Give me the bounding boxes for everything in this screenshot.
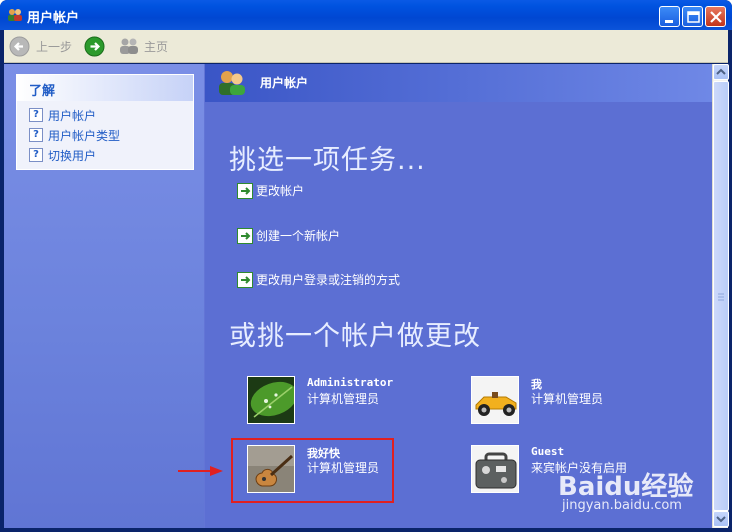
scroll-up-button[interactable] (713, 64, 729, 80)
minimize-button[interactable] (659, 6, 680, 27)
main-header: 用户帐户 (205, 64, 712, 102)
grip-icon (718, 293, 724, 301)
account-role: 计算机管理员 (307, 392, 380, 406)
sidebar-item-label: 用户帐户类型 (48, 128, 121, 143)
green-leaf-picture (247, 376, 295, 424)
scroll-thumb[interactable] (713, 81, 729, 511)
race-car-picture (471, 376, 519, 424)
users-icon (8, 9, 22, 21)
learn-about-panel: 了解 ? 用户帐户 ? 用户帐户类型 ? 切换用户 (16, 74, 194, 170)
scroll-down-button[interactable] (713, 511, 729, 527)
maximize-icon (687, 11, 700, 23)
learn-about-title: 了解 (17, 75, 193, 101)
toolbar: 上一步 主页 (4, 30, 728, 63)
title-bar[interactable]: 用户帐户 (0, 0, 732, 30)
forward-button[interactable] (84, 35, 105, 57)
account-name: Administrator (307, 376, 394, 389)
task-label: 更改帐户 (256, 184, 305, 198)
minimize-icon (665, 20, 673, 23)
baidu-watermark: Baidu经验 jingyan.baidu.com (558, 466, 693, 513)
task-change-account[interactable]: 更改帐户 (237, 182, 304, 199)
home-users-icon (120, 38, 138, 54)
watermark-url: jingyan.baidu.com (562, 498, 682, 513)
home-label: 主页 (144, 39, 169, 54)
suitcase-picture (471, 445, 519, 493)
help-icon: ? (29, 108, 43, 122)
sidebar-item-account-types[interactable]: ? 用户帐户类型 (17, 125, 193, 145)
forward-arrow-icon (84, 36, 105, 56)
user-accounts-icon (219, 71, 245, 95)
green-arrow-icon (237, 271, 253, 288)
back-arrow-icon (9, 36, 30, 56)
help-icon: ? (29, 148, 43, 162)
close-button[interactable] (705, 6, 726, 27)
pick-task-heading: 挑选一项任务... (229, 145, 426, 176)
home-button[interactable]: 主页 (118, 35, 168, 57)
sidebar: 了解 ? 用户帐户 ? 用户帐户类型 ? 切换用户 (4, 64, 204, 528)
main-header-title: 用户帐户 (260, 76, 309, 90)
close-icon (710, 11, 722, 23)
maximize-button[interactable] (682, 6, 703, 27)
task-create-account[interactable]: 创建一个新帐户 (237, 227, 340, 244)
back-label: 上一步 (36, 39, 73, 54)
window-title: 用户帐户 (27, 11, 80, 26)
pick-account-heading: 或挑一个帐户做更改 (229, 321, 481, 352)
chevron-down-icon (716, 516, 726, 523)
green-arrow-icon (237, 182, 253, 199)
task-label: 更改用户登录或注销的方式 (256, 273, 401, 287)
task-change-logon[interactable]: 更改用户登录或注销的方式 (237, 271, 400, 288)
content-area: 了解 ? 用户帐户 ? 用户帐户类型 ? 切换用户 用户帐户 挑选一项任务...… (4, 64, 729, 528)
chevron-up-icon (716, 68, 726, 75)
help-icon: ? (29, 128, 43, 142)
account-name: Guest (531, 445, 565, 458)
sidebar-item-user-accounts[interactable]: ? 用户帐户 (17, 105, 193, 125)
green-arrow-icon (237, 227, 253, 244)
red-arrow-icon (178, 466, 223, 476)
main-panel: 用户帐户 挑选一项任务... 更改帐户 创建一个新帐户 更改用户登录或注销的方式… (205, 64, 712, 528)
sidebar-item-label: 切换用户 (48, 148, 97, 163)
sidebar-item-switch-users[interactable]: ? 切换用户 (17, 145, 193, 165)
sidebar-item-label: 用户帐户 (48, 108, 97, 123)
vertical-scrollbar[interactable] (712, 64, 729, 528)
highlight-box (231, 438, 394, 503)
user-accounts-window: 用户帐户 上一步 主页 了解 ? 用户帐户 ? 用户帐户类型 ? 切换用户 用户… (0, 0, 732, 532)
back-button[interactable]: 上一步 (9, 35, 72, 57)
task-label: 创建一个新帐户 (256, 229, 341, 243)
account-role: 计算机管理员 (531, 392, 604, 406)
